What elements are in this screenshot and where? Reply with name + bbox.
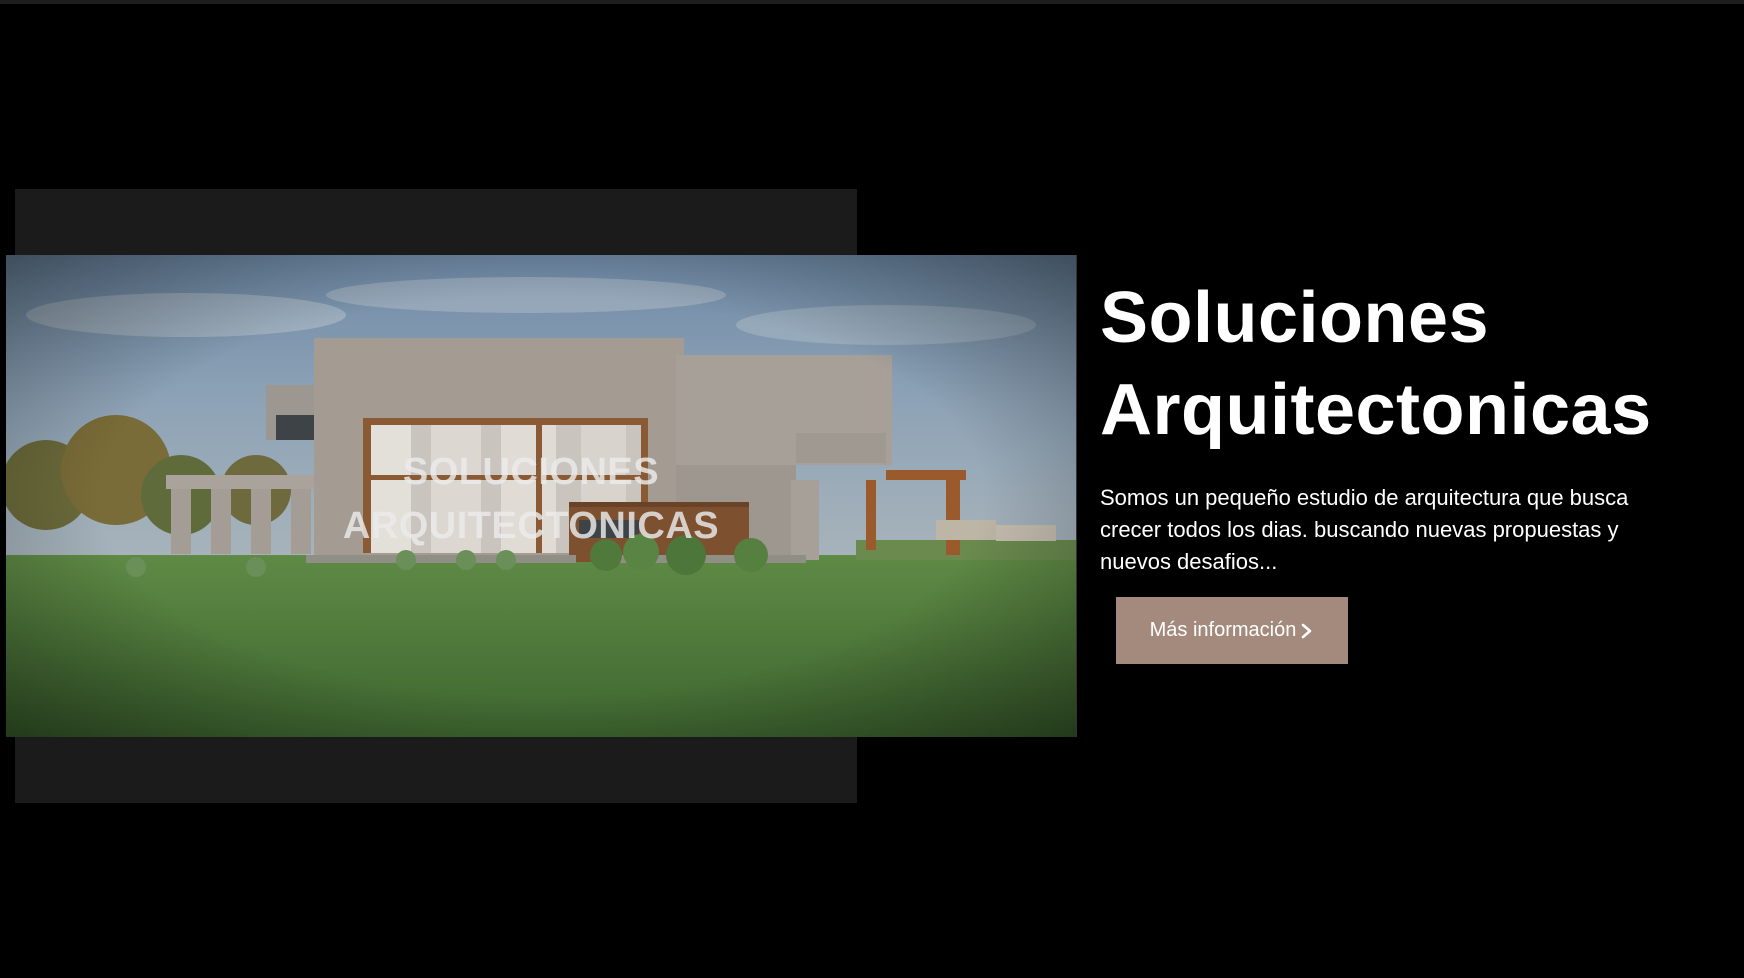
hero-content: Soluciones Arquitectonicas Somos un pequ… xyxy=(1100,272,1720,578)
hero-description: Somos un pequeño estudio de arquitectura… xyxy=(1100,485,1629,574)
image-overlay-title: SOLUCIONES ARQUITECTONICAS xyxy=(306,445,756,553)
page-title-line2: Arquitectonicas xyxy=(1100,370,1652,450)
top-divider xyxy=(0,0,1744,4)
overlay-title-line1: SOLUCIONES xyxy=(402,451,660,493)
page-title-line1: Soluciones xyxy=(1100,278,1490,358)
overlay-title-line2: ARQUITECTONICAS xyxy=(342,505,720,547)
page-title: Soluciones Arquitectonicas xyxy=(1100,272,1720,456)
hero-image: SOLUCIONES ARQUITECTONICAS xyxy=(6,255,1077,737)
more-info-label: Más información xyxy=(1149,619,1297,641)
chevron-right-icon xyxy=(1302,623,1312,638)
more-info-button[interactable]: Más información xyxy=(1116,597,1348,664)
